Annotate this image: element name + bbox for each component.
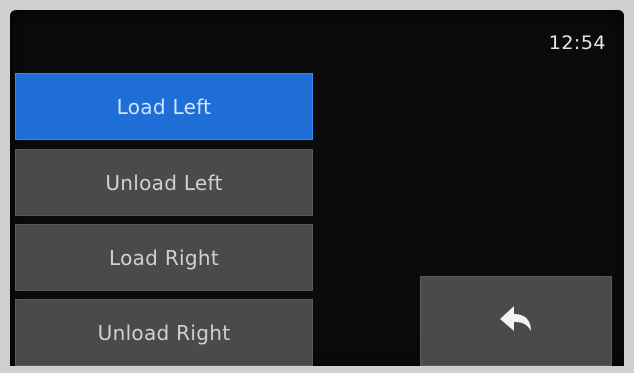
unload-left-label: Unload Left — [105, 170, 223, 195]
load-right-button[interactable]: Load Right — [15, 224, 313, 291]
back-button[interactable] — [420, 276, 612, 366]
clock: 12:54 — [548, 32, 606, 54]
touch-screen: 12:54 Load Left Unload Left Load Right U… — [10, 10, 624, 366]
load-right-label: Load Right — [108, 245, 219, 270]
unload-right-label: Unload Right — [97, 320, 231, 345]
load-left-label: Load Left — [116, 94, 212, 119]
load-left-button[interactable]: Load Left — [15, 73, 313, 140]
unload-right-button[interactable]: Unload Right — [15, 299, 313, 366]
back-arrow-icon — [500, 306, 531, 331]
unload-left-button[interactable]: Unload Left — [15, 149, 313, 216]
